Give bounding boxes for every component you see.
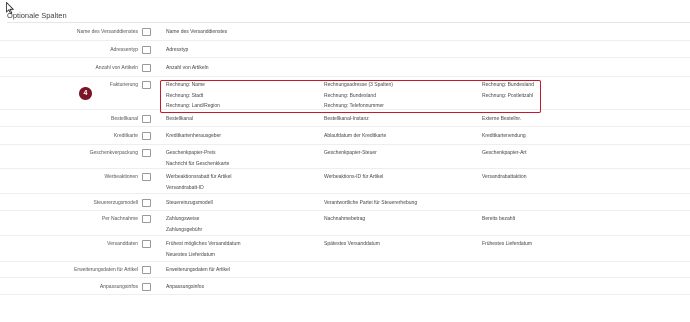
column-name: Geschenkpapier-Steuer: [324, 150, 377, 156]
option-checkbox[interactable]: [142, 240, 151, 248]
option-row: Anzahl von Artikeln Anzahl von Artikeln: [0, 58, 690, 77]
column-group: Adresstyp: [166, 45, 188, 56]
option-label: Name des Versanddienstes: [76, 29, 138, 35]
column-group: Nachnahmebetrag: [324, 214, 365, 225]
option-checkbox[interactable]: [142, 149, 151, 157]
option-row: Versanddaten Frühest mögliches Versanddat…: [0, 236, 690, 262]
option-checkbox[interactable]: [142, 64, 151, 72]
option-label: Steuererzugsmodell: [93, 200, 138, 206]
option-checkbox[interactable]: [142, 132, 151, 140]
column-name: Werbeaktionsrabatt für Artikel: [166, 174, 232, 180]
option-row: Name des Versanddienstes Name des Versand…: [0, 23, 690, 41]
option-checkbox[interactable]: [142, 81, 151, 89]
option-label: Bestellkanal: [111, 116, 138, 122]
column-name: Versandrabatt-ID: [166, 184, 204, 191]
option-checkbox[interactable]: [142, 266, 151, 274]
column-name: Neuestes Lieferdatum: [166, 251, 215, 258]
section-title: Optionale Spalten: [7, 11, 67, 20]
column-group: Kreditkartenherausgeber: [166, 131, 221, 142]
column-name: Anzahl von Artikeln: [166, 65, 209, 71]
column-name: Bereits bezahlt: [482, 216, 516, 222]
option-label: Werbeaktionen: [104, 174, 138, 180]
column-name: Geschenkpapier-Art: [482, 150, 527, 156]
column-group: Verantwortliche Partei für Steuererhebun…: [324, 198, 417, 209]
column-name: Werbeaktions-ID für Artikel: [324, 174, 384, 180]
column-group: Geschenkpapier-Art: [482, 148, 526, 159]
column-name: Kreditkartenendung: [482, 133, 526, 139]
option-row: Kreditkarte Kreditkartenherausgeber Ablauf…: [0, 127, 690, 145]
column-name: Externe Bestellnr.: [482, 116, 522, 122]
column-group: Steuereinzugsmodell: [166, 198, 213, 209]
option-checkbox[interactable]: [142, 283, 151, 291]
column-group: Versandrabattaktion: [482, 172, 526, 183]
column-name: Kreditkartenherausgeber: [166, 133, 222, 139]
column-group: Erweiterungsdaten für Artikel: [166, 265, 230, 276]
column-name: Nachnahmebetrag: [324, 216, 366, 222]
option-row: Geschenkverpackung Geschenkpapier-Preis Na…: [0, 145, 690, 169]
option-label: Adressentyp: [110, 47, 138, 53]
column-group: Werbeaktionsrabatt für Artikel Versandrab…: [166, 172, 232, 193]
option-checkbox[interactable]: [142, 199, 151, 207]
option-label: Per Nachnahme: [101, 216, 138, 222]
column-name: Versandrabattaktion: [482, 174, 527, 180]
option-label: Anpassungsinfos: [99, 284, 138, 290]
column-name: Erweiterungsdaten für Artikel: [166, 267, 230, 273]
option-label: Erweiterungsdaten für Artikel: [74, 267, 138, 273]
column-name: Steuereinzugsmodell: [166, 200, 213, 206]
column-name: Name des Versanddienstes: [166, 29, 228, 35]
column-name: Geschenkpapier-Preis: [166, 150, 216, 156]
column-name: Bestellkanal: [166, 116, 193, 122]
option-label: Versanddaten: [107, 241, 138, 247]
column-name: Frühest mögliches Versanddatum: [166, 241, 241, 247]
column-group: Geschenkpapier-Steuer: [324, 148, 377, 159]
column-group: Bestellkanal: [166, 114, 193, 125]
column-group: Bereits bezahlt: [482, 214, 515, 225]
option-row: Per Nachnahme Zahlungsweise Zahlungsgebühr…: [0, 211, 690, 236]
option-row: Anpassungsinfos Anpassungsinfos: [0, 278, 690, 295]
column-name: Frühestes Lieferdatum: [482, 241, 533, 247]
option-checkbox[interactable]: [142, 115, 151, 123]
column-name: Zahlungsgebühr: [166, 226, 203, 233]
option-checkbox[interactable]: [142, 215, 151, 223]
step-badge: 4: [79, 87, 92, 100]
option-row: Erweiterungsdaten für Artikel Erweiterung…: [0, 262, 690, 278]
column-group: Anpassungsinfos: [166, 282, 204, 293]
column-group: Externe Bestellnr.: [482, 114, 521, 125]
optional-columns-list: Name des Versanddienstes Name des Versand…: [0, 23, 690, 295]
column-name: Bestellkanal-Instanz: [324, 116, 369, 122]
column-name: Zahlungsweise: [166, 216, 200, 222]
column-group: Kreditkartenendung: [482, 131, 526, 142]
column-name: Anpassungsinfos: [166, 284, 205, 290]
highlight-box: [160, 80, 541, 113]
column-group: Werbeaktions-ID für Artikel: [324, 172, 383, 183]
option-label: Geschenkverpackung: [89, 150, 138, 156]
column-name: Ablaufdatum der Kreditkarte: [324, 133, 387, 139]
option-row: Werbeaktionen Werbeaktionsrabatt für Arti…: [0, 169, 690, 194]
column-name: Verantwortliche Partei für Steuererhebun…: [324, 200, 418, 206]
option-checkbox[interactable]: [142, 28, 151, 36]
option-checkbox[interactable]: [142, 173, 151, 181]
column-group: Anzahl von Artikeln: [166, 63, 209, 74]
column-group: Zahlungsweise Zahlungsgebühr: [166, 214, 202, 235]
column-group: Geschenkpapier-Preis Nachricht für Gesche…: [166, 148, 229, 169]
option-checkbox[interactable]: [142, 46, 151, 54]
option-label: Kreditkarte: [113, 133, 138, 139]
column-group: Ablaufdatum der Kreditkarte: [324, 131, 386, 142]
column-group: Name des Versanddienstes: [166, 27, 227, 38]
option-row: Steuererzugsmodell Steuereinzugsmodell Ver…: [0, 194, 690, 211]
column-name: Adresstyp: [166, 47, 189, 53]
option-label: Anzahl von Artikeln: [95, 65, 138, 71]
column-name: Spätestes Versanddatum: [324, 241, 380, 247]
column-name: Nachricht für Geschenkkarte: [166, 160, 230, 167]
column-group: Frühestes Lieferdatum: [482, 239, 532, 250]
column-group: Spätestes Versanddatum: [324, 239, 380, 250]
option-row: Adressentyp Adresstyp: [0, 41, 690, 58]
column-group: Bestellkanal-Instanz: [324, 114, 369, 125]
column-group: Frühest mögliches Versanddatum Neuestes L…: [166, 239, 240, 260]
option-label: Fakturierung: [109, 82, 138, 88]
